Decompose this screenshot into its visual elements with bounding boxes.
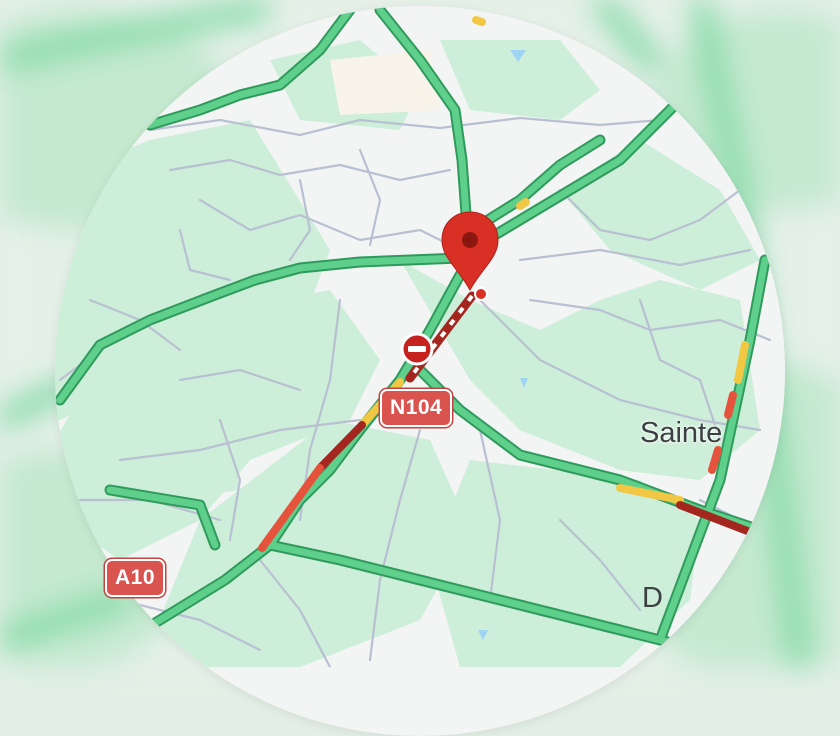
- road-shield-a10[interactable]: A10: [105, 559, 166, 597]
- place-label-sainte[interactable]: Sainte: [640, 417, 722, 450]
- road-closed-icon[interactable]: [400, 332, 434, 366]
- map-viewport[interactable]: [55, 6, 785, 736]
- road-shield-n104[interactable]: N104: [380, 389, 453, 427]
- traffic-heavy-segment: [724, 391, 737, 419]
- traffic-slow-segment: [516, 198, 530, 210]
- place-label-partial: D: [642, 582, 663, 614]
- traffic-slow-segment: [472, 16, 486, 26]
